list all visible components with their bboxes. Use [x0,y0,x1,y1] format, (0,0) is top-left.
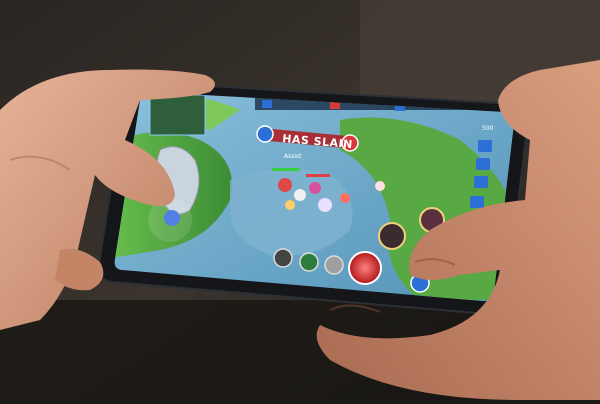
minimap [149,94,206,136]
assist-tag: Assist [284,153,302,160]
item-3-button[interactable] [324,255,344,275]
photo-scene: 500 HAS SLAIN Assist [0,0,600,400]
item-2-button[interactable] [299,252,319,272]
score-display: 500 [482,125,494,132]
skill-1-button[interactable] [378,222,406,250]
item-1-button[interactable] [273,248,293,268]
attack-button[interactable] [348,251,382,285]
